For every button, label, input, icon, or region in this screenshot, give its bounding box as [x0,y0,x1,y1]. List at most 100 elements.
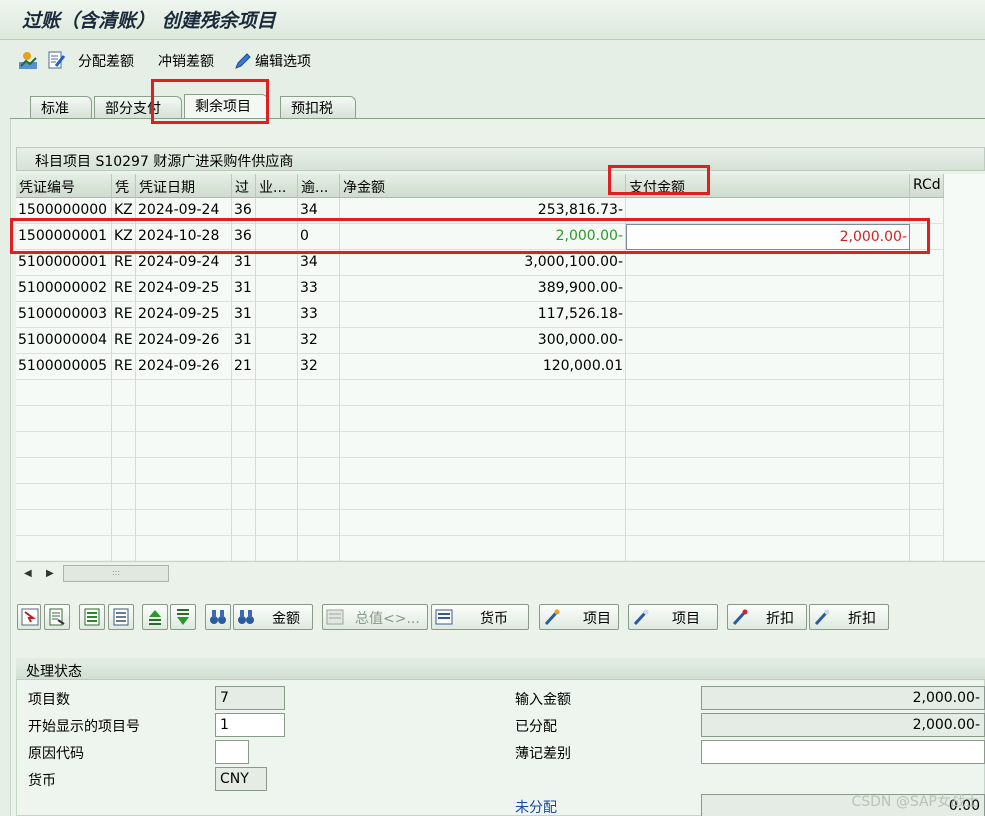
item-count-field: 7 [215,686,285,710]
table-row[interactable] [16,510,944,536]
cell-posting-key [232,406,256,432]
cell-doc-date [136,406,232,432]
discount-button-1[interactable]: 折扣 [727,604,807,630]
cell-net-amount: 2,000.00- [340,224,626,250]
cell-posting-key: 31 [232,276,256,302]
cell-posting-key: 31 [232,302,256,328]
cell-posting-key: 31 [232,328,256,354]
table-row[interactable]: 5100000003 RE 2024-09-25 31 33 117,526.18- [16,302,944,328]
cell-doc-number [16,432,112,458]
cell-payment-amount [626,380,910,406]
tab-residual-items[interactable]: 剩余项目 [184,94,268,119]
reason-code-label: 原因代码 [28,746,84,762]
scroll-thumb[interactable]: ::: [63,565,169,582]
cell-overdue [298,380,340,406]
table-row[interactable]: 5100000004 RE 2024-09-26 31 32 300,000.00- [16,328,944,354]
edit-document-icon[interactable] [46,50,66,70]
table-row[interactable]: 5100000005 RE 2024-09-26 21 32 120,000.01 [16,354,944,380]
button-label: 项目 [672,611,700,627]
cell-posting-key [232,432,256,458]
cell-reason-code [910,406,944,432]
column-header-doc-type[interactable]: 凭 [112,174,136,198]
cell-reason-code [910,458,944,484]
table-row[interactable]: 1500000000 KZ 2024-09-24 36 34 253,816.73- [16,198,944,224]
magic-wand-icon [732,609,748,626]
button-label: 折扣 [848,611,876,627]
cell-reason-code [910,276,944,302]
table-row[interactable]: 1500000001 KZ 2024-10-28 36 0 2,000.00- 2,000.… [16,224,944,250]
table-row[interactable] [16,406,944,432]
table-row[interactable] [16,432,944,458]
cell-doc-number [16,458,112,484]
activate-items-button[interactable] [79,604,105,630]
table-row[interactable]: 5100000002 RE 2024-09-25 31 33 389,900.00- [16,276,944,302]
item-button-1[interactable]: 项目 [539,604,619,630]
cell-net-amount: 3,000,100.00- [340,250,626,276]
cell-doc-type: RE [112,328,136,354]
table-row[interactable] [16,536,944,562]
scroll-left-icon[interactable]: ◀ [24,568,32,579]
column-header-doc-date[interactable]: 凭证日期 [136,174,232,198]
cell-reason-code [910,536,944,562]
tab-label: 预扣税 [291,101,333,117]
sort-descending-button[interactable] [170,604,196,630]
cell-net-amount [340,458,626,484]
table-row[interactable] [16,380,944,406]
column-header-business-area[interactable]: 业... [256,174,298,198]
column-header-doc-number[interactable]: 凭证编号 [16,174,112,198]
column-header-reason-code[interactable]: RCd [910,174,944,198]
assigned-field: 2,000.00- [701,713,985,737]
sort-ascending-button[interactable] [142,604,168,630]
find-amount-button[interactable]: 金额 [233,604,313,630]
start-item-label: 开始显示的项目号 [28,719,140,735]
currency-label: 货币 [28,773,56,789]
pencil-icon[interactable] [233,51,253,71]
cell-reason-code [910,432,944,458]
cell-business-area [256,276,298,302]
column-header-payment-amount[interactable]: 支付金额 [626,174,910,198]
start-item-input[interactable]: 1 [215,713,285,737]
table-row[interactable] [16,458,944,484]
cell-doc-number: 5100000001 [16,250,112,276]
table-row[interactable]: 5100000001 RE 2024-09-24 31 34 3,000,100.00- [16,250,944,276]
person-chart-icon[interactable] [18,50,38,70]
column-header-overdue[interactable]: 逾... [298,174,340,198]
write-off-difference-button[interactable]: 冲销差额 [158,51,214,71]
cell-posting-key: 36 [232,198,256,224]
cell-payment-amount [626,536,910,562]
column-header-posting-key[interactable]: 过 [232,174,256,198]
cell-posting-key [232,458,256,484]
find-button[interactable] [205,604,231,630]
payment-amount-input[interactable]: 2,000.00- [626,224,910,250]
button-label: 货币 [480,611,508,627]
cell-net-amount [340,484,626,510]
tab-standard[interactable]: 标准 [30,96,92,118]
cell-payment-amount [626,302,910,328]
select-all-button[interactable] [17,604,41,630]
tab-withholding-tax[interactable]: 预扣税 [280,96,356,118]
column-header-net-amount[interactable]: 净金额 [340,174,626,198]
watermark: CSDN @SAP女战士 [851,794,979,810]
cell-doc-date: 2024-09-26 [136,354,232,380]
horizontal-scrollbar[interactable]: ◀ ▶ ::: [16,561,985,585]
item-button-2[interactable]: 项目 [628,604,718,630]
cell-doc-date [136,484,232,510]
cell-business-area [256,458,298,484]
select-block-button[interactable] [44,604,70,630]
table-row[interactable] [16,484,944,510]
scroll-right-icon[interactable]: ▶ [46,568,54,579]
deactivate-items-button[interactable] [108,604,134,630]
cell-reason-code [910,484,944,510]
posting-difference-input[interactable] [701,740,985,764]
currency-button[interactable]: 货币 [431,604,529,630]
cell-overdue: 33 [298,276,340,302]
activate-items-icon [84,608,100,626]
application-toolbar [0,41,985,79]
edit-options-button[interactable]: 编辑选项 [255,51,311,71]
tab-partial-payment[interactable]: 部分支付 [94,96,182,118]
cell-doc-number: 5100000005 [16,354,112,380]
assign-difference-button[interactable]: 分配差额 [78,51,134,71]
total-button[interactable]: 总值<>... [322,604,428,630]
discount-button-2[interactable]: 折扣 [809,604,889,630]
reason-code-input[interactable] [215,740,249,764]
